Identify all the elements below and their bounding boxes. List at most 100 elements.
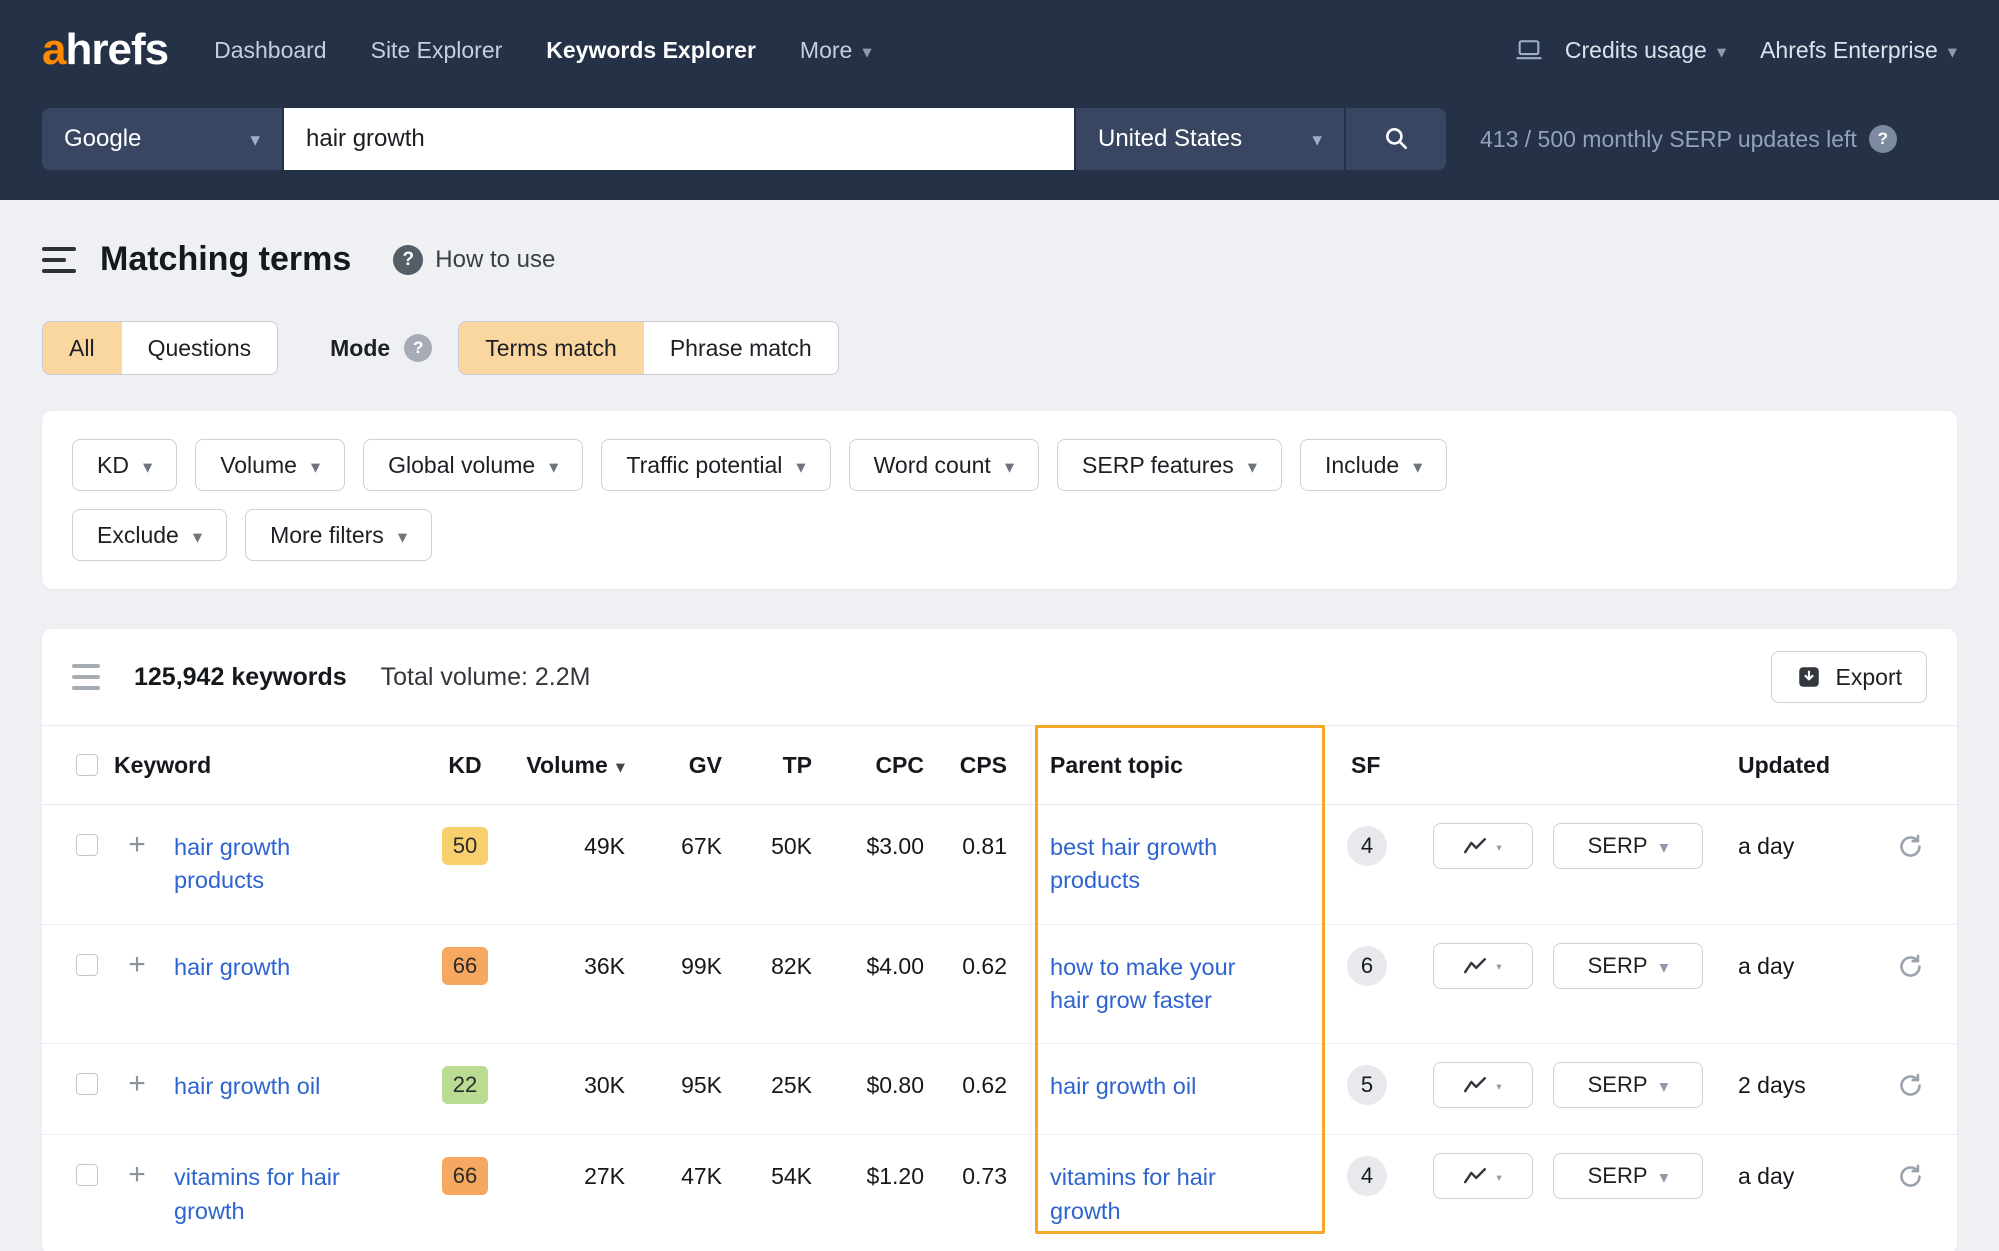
serp-button[interactable]: SERP: [1553, 1153, 1703, 1200]
column-header-parent-topic[interactable]: Parent topic: [1007, 752, 1327, 779]
tab-phrase-match[interactable]: Phrase match: [642, 322, 838, 374]
row-checkbox[interactable]: [76, 1073, 98, 1096]
serp-quota: 413 / 500 monthly SERP updates left: [1480, 125, 1897, 153]
select-all-checkbox[interactable]: [76, 754, 98, 776]
chevron-down-icon: [1248, 452, 1257, 479]
add-to-list-icon[interactable]: [128, 1070, 146, 1098]
keyword-link[interactable]: hair growth oil: [174, 1070, 320, 1103]
position-history-button[interactable]: [1433, 942, 1533, 989]
parent-topic-link[interactable]: best hair growth products: [1050, 831, 1265, 898]
column-header-gv[interactable]: GV: [625, 752, 722, 779]
how-to-use[interactable]: How to use: [393, 244, 555, 275]
column-header-sf[interactable]: SF: [1327, 752, 1413, 779]
table-row: hair growth oil 22 30K 95K 25K $0.80 0.6…: [42, 1043, 1957, 1134]
row-checkbox[interactable]: [76, 834, 98, 856]
column-header-volume[interactable]: Volume: [510, 752, 625, 779]
column-header-keyword[interactable]: Keyword: [114, 752, 420, 779]
filter-button-serp-features[interactable]: SERP features: [1057, 439, 1282, 491]
gv-value: 47K: [681, 1163, 722, 1190]
sparkline-icon: [1464, 1076, 1487, 1094]
nav-item-site-explorer[interactable]: Site Explorer: [371, 37, 503, 64]
updated-value: 2 days: [1738, 1072, 1806, 1099]
tabs-row: All Questions Mode Terms match Phrase ma…: [42, 321, 1957, 375]
chevron-down-icon: [250, 125, 260, 153]
column-header-kd[interactable]: KD: [420, 752, 510, 779]
column-header-cps[interactable]: CPS: [924, 752, 1007, 779]
filter-button-word-count[interactable]: Word count: [848, 439, 1040, 491]
enterprise-label: Ahrefs Enterprise: [1760, 36, 1938, 63]
parent-topic-link[interactable]: vitamins for hair growth: [1050, 1161, 1265, 1228]
table-row: hair growth products 50 49K 67K 50K $3.0…: [42, 805, 1957, 924]
list-options-icon[interactable]: [72, 664, 100, 690]
cpc-value: $3.00: [866, 833, 924, 859]
chevron-down-icon: [398, 522, 407, 549]
chevron-down-icon: [311, 452, 320, 479]
export-button[interactable]: Export: [1770, 651, 1927, 703]
filter-row: Exclude More filters: [72, 509, 1927, 561]
tab-terms-match[interactable]: Terms match: [459, 322, 643, 374]
nav-item-dashboard[interactable]: Dashboard: [214, 37, 327, 64]
kd-badge: 66: [442, 1157, 488, 1196]
refresh-icon[interactable]: [1897, 1072, 1924, 1099]
parent-topic-link[interactable]: how to make your hair grow faster: [1050, 951, 1265, 1018]
search-engine-select[interactable]: Google: [42, 108, 282, 170]
logo-rest: hrefs: [65, 25, 169, 74]
filter-button-include[interactable]: Include: [1300, 439, 1448, 491]
add-to-list-icon[interactable]: [128, 1161, 146, 1189]
keyword-link[interactable]: hair growth: [174, 951, 290, 984]
filter-button-more-filters[interactable]: More filters: [245, 509, 433, 561]
tab-all[interactable]: All: [43, 322, 121, 374]
chevron-down-icon: [1660, 1072, 1669, 1098]
volume-value: 27K: [584, 1163, 625, 1190]
keyword-link[interactable]: vitamins for hair growth: [174, 1161, 364, 1228]
add-to-list-icon[interactable]: [128, 951, 146, 979]
nav-item-keywords-explorer[interactable]: Keywords Explorer: [546, 37, 756, 64]
nav-item-more[interactable]: More: [800, 37, 872, 64]
help-icon[interactable]: [1868, 125, 1897, 153]
navbar-row: ahrefs Dashboard Site Explorer Keywords …: [0, 0, 1999, 100]
chevron-down-icon: [1312, 125, 1322, 153]
keyword-link[interactable]: hair growth products: [174, 831, 364, 898]
laptop-icon[interactable]: [1515, 36, 1543, 64]
refresh-icon[interactable]: [1897, 1163, 1924, 1190]
chevron-down-icon: [1496, 839, 1501, 854]
ahrefs-logo[interactable]: ahrefs: [42, 25, 169, 75]
serp-button[interactable]: SERP: [1553, 942, 1703, 989]
kd-badge: 66: [442, 946, 488, 985]
filter-button-global-volume[interactable]: Global volume: [363, 439, 584, 491]
serp-button[interactable]: SERP: [1553, 1062, 1703, 1109]
row-checkbox[interactable]: [76, 953, 98, 976]
position-history-button[interactable]: [1433, 1062, 1533, 1109]
keyword-search-input[interactable]: [284, 108, 1074, 170]
row-checkbox[interactable]: [76, 1164, 98, 1187]
serp-features-count: 4: [1347, 1156, 1387, 1197]
filter-button-traffic-potential[interactable]: Traffic potential: [601, 439, 831, 491]
sort-caret-icon: [616, 752, 625, 779]
table-body: hair growth products 50 49K 67K 50K $3.0…: [42, 805, 1957, 1251]
table-row: vitamins for hair growth 66 27K 47K 54K …: [42, 1134, 1957, 1251]
country-value: United States: [1098, 125, 1243, 152]
updated-value: a day: [1738, 952, 1795, 979]
refresh-icon[interactable]: [1897, 953, 1924, 980]
filter-button-volume[interactable]: Volume: [195, 439, 346, 491]
refresh-icon[interactable]: [1897, 833, 1924, 860]
search-button[interactable]: [1346, 108, 1446, 170]
column-header-updated[interactable]: Updated: [1703, 752, 1863, 779]
position-history-button[interactable]: [1433, 823, 1533, 869]
column-header-tp[interactable]: TP: [722, 752, 812, 779]
enterprise-menu[interactable]: Ahrefs Enterprise: [1760, 37, 1957, 64]
country-select[interactable]: United States: [1076, 108, 1344, 170]
filter-button-exclude[interactable]: Exclude: [72, 509, 228, 561]
column-header-cpc[interactable]: CPC: [812, 752, 924, 779]
credits-usage-menu[interactable]: Credits usage: [1565, 37, 1726, 64]
tab-questions[interactable]: Questions: [120, 322, 278, 374]
filter-button-kd[interactable]: KD: [72, 439, 178, 491]
match-mode-tabs: Terms match Phrase match: [458, 321, 839, 375]
parent-topic-link[interactable]: hair growth oil: [1050, 1070, 1196, 1103]
credits-usage-label: Credits usage: [1564, 36, 1707, 63]
sidebar-toggle-icon[interactable]: [42, 246, 76, 273]
mode-help-icon[interactable]: [404, 334, 433, 362]
add-to-list-icon[interactable]: [128, 831, 146, 859]
serp-button[interactable]: SERP: [1553, 823, 1703, 869]
position-history-button[interactable]: [1433, 1153, 1533, 1200]
